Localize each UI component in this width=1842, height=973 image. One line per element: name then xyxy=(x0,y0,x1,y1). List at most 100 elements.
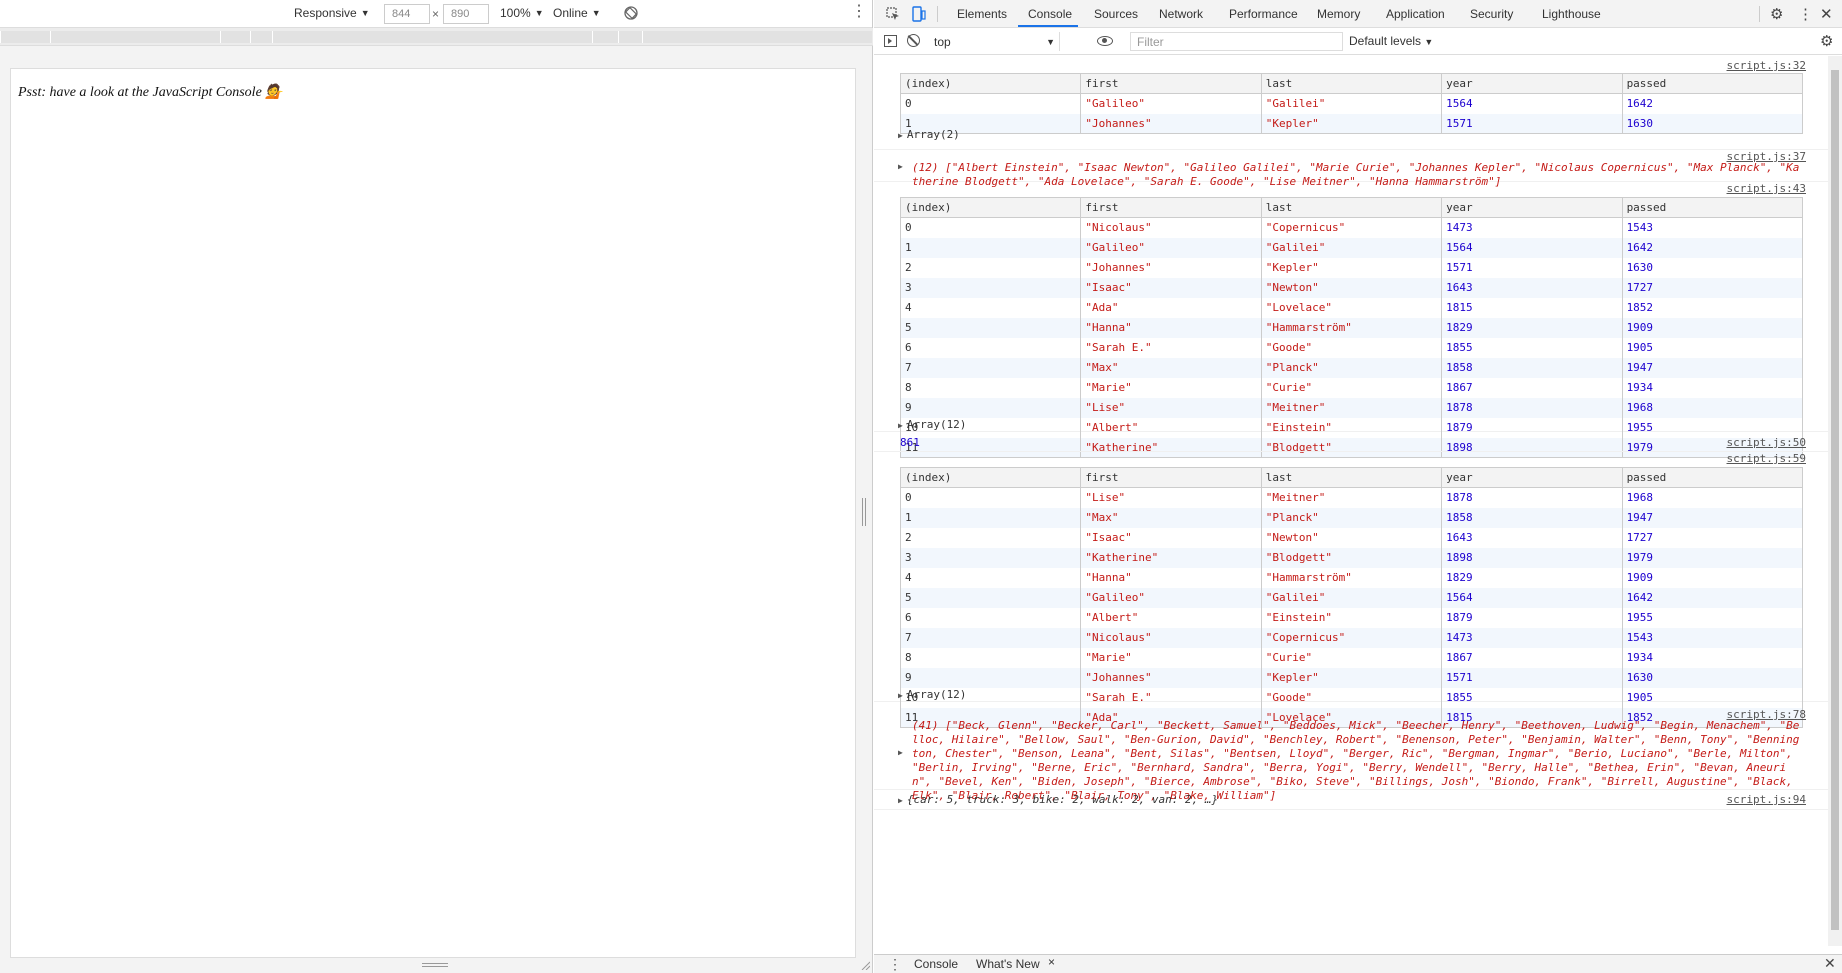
source-link[interactable]: script.js:43 xyxy=(1727,182,1806,195)
source-link[interactable]: script.js:59 xyxy=(1727,452,1806,465)
table-row: 3 "Isaac" "Newton" 1643 1727 xyxy=(900,277,1804,298)
object-toggle[interactable]: ▶ {car: 5, truck: 3, bike: 2, walk: 2, va… xyxy=(898,793,1218,806)
rotate-icon[interactable] xyxy=(624,6,638,20)
clear-console-icon[interactable] xyxy=(907,34,920,47)
tab-performance[interactable]: Performance xyxy=(1229,7,1298,21)
table-cell: 3 xyxy=(900,277,1082,298)
times-sign: × xyxy=(432,7,440,21)
console-message: script.js:43 (index) first last year passed … xyxy=(874,182,1828,458)
table-header-cell[interactable]: passed xyxy=(1622,467,1804,488)
table-header-cell[interactable]: passed xyxy=(1622,73,1804,94)
close-drawer-icon[interactable]: ✕ xyxy=(1824,955,1836,972)
table-row: 8 "Marie" "Curie" 1867 1934 xyxy=(900,377,1804,398)
drawer-tab-whats-new[interactable]: What's New xyxy=(976,957,1040,971)
table-header-cell[interactable]: (index) xyxy=(900,73,1082,94)
source-link[interactable]: script.js:94 xyxy=(1727,793,1806,806)
source-link[interactable]: script.js:32 xyxy=(1727,59,1806,72)
resize-handle-right[interactable] xyxy=(862,498,866,526)
inspect-element-icon[interactable] xyxy=(886,7,900,21)
device-toggle-icon[interactable] xyxy=(912,6,926,22)
console-settings-gear-icon[interactable]: ⚙ xyxy=(1820,32,1833,50)
table-cell: 1934 xyxy=(1622,377,1804,398)
table-header-cell[interactable]: last xyxy=(1261,197,1443,218)
scrollbar-thumb[interactable] xyxy=(1831,70,1839,930)
media-query-segment[interactable] xyxy=(642,31,872,43)
tab-lighthouse[interactable]: Lighthouse xyxy=(1542,7,1601,21)
tab-network[interactable]: Network xyxy=(1159,7,1203,21)
media-query-segment[interactable] xyxy=(0,31,50,43)
drawer-tab-console[interactable]: Console xyxy=(914,957,958,971)
network-throttle-select[interactable]: Online ▼ xyxy=(553,6,601,20)
table-cell: 1979 xyxy=(1622,547,1804,568)
drawer-menu-icon[interactable]: ⋮ xyxy=(888,956,902,973)
array-toggle[interactable]: ▶ Array(2) xyxy=(898,128,960,141)
more-options-icon[interactable]: ⋮ xyxy=(851,4,867,20)
table-cell: 1878 xyxy=(1441,397,1623,418)
context-select[interactable]: top ▼ xyxy=(930,32,1060,51)
table-header-cell[interactable]: last xyxy=(1261,73,1443,94)
expand-triangle-icon[interactable]: ▶ xyxy=(898,748,903,757)
array-label: Array(12) xyxy=(906,418,967,431)
resize-handle-bottom[interactable] xyxy=(422,963,448,967)
table-cell: "Isaac" xyxy=(1080,527,1262,548)
table-header-cell[interactable]: passed xyxy=(1622,197,1804,218)
table-header-cell[interactable]: first xyxy=(1080,197,1262,218)
table-header-cell[interactable]: year xyxy=(1441,197,1623,218)
filter-input[interactable]: Filter xyxy=(1130,32,1343,51)
table-cell: "Newton" xyxy=(1261,277,1443,298)
sidebar-toggle-icon[interactable] xyxy=(884,35,897,47)
table-header-cell[interactable]: (index) xyxy=(900,197,1082,218)
table-cell: 1564 xyxy=(1441,93,1623,114)
media-query-segment[interactable] xyxy=(618,31,642,43)
table-cell: 8 xyxy=(900,647,1082,668)
media-query-segment[interactable] xyxy=(272,31,592,43)
table-cell: 1642 xyxy=(1622,587,1804,608)
media-query-segment[interactable] xyxy=(50,31,220,43)
console-scrollbar[interactable] xyxy=(1828,56,1842,946)
height-input[interactable]: 890 xyxy=(443,4,489,24)
live-expression-eye-icon[interactable] xyxy=(1097,36,1113,46)
table-header-cell[interactable]: year xyxy=(1441,467,1623,488)
table-header-cell[interactable]: first xyxy=(1080,73,1262,94)
table-cell: 1473 xyxy=(1441,217,1623,238)
table-cell: 1905 xyxy=(1622,337,1804,358)
table-header-cell[interactable]: year xyxy=(1441,73,1623,94)
table-cell: "Marie" xyxy=(1080,377,1262,398)
expand-triangle-icon[interactable]: ▶ xyxy=(898,162,903,171)
tab-elements[interactable]: Elements xyxy=(957,7,1007,21)
zoom-select[interactable]: 100% ▼ xyxy=(500,6,544,20)
settings-gear-icon[interactable]: ⚙ xyxy=(1770,5,1783,23)
tab-memory[interactable]: Memory xyxy=(1317,7,1360,21)
console-table: (index) first last year passed 0 "Galileo" "Ga… xyxy=(900,73,1804,134)
table-cell: 1867 xyxy=(1441,647,1623,668)
object-preview: {car: 5, truck: 3, bike: 2, walk: 2, van… xyxy=(906,793,1219,806)
table-header-cell[interactable]: (index) xyxy=(900,467,1082,488)
media-query-segment[interactable] xyxy=(220,31,250,43)
table-header-cell[interactable]: first xyxy=(1080,467,1262,488)
media-query-bar xyxy=(0,28,873,46)
tab-security[interactable]: Security xyxy=(1470,7,1513,21)
table-cell: "Meitner" xyxy=(1261,487,1443,508)
table-cell: "Lovelace" xyxy=(1261,297,1443,318)
source-link[interactable]: script.js:50 xyxy=(1727,436,1806,449)
more-options-icon[interactable]: ⋮ xyxy=(1798,5,1813,23)
close-devtools-icon[interactable]: ✕ xyxy=(1820,5,1833,23)
array-toggle[interactable]: ▶ Array(12) xyxy=(898,688,966,701)
device-select[interactable]: Responsive ▼ xyxy=(294,6,370,20)
media-query-segment[interactable] xyxy=(592,31,618,43)
table-cell: "Max" xyxy=(1080,357,1262,378)
tab-application[interactable]: Application xyxy=(1386,7,1445,21)
devtools-tabbar: Elements Console Sources Network Perform… xyxy=(874,0,1842,28)
resize-corner-icon[interactable] xyxy=(860,960,870,970)
array-toggle[interactable]: ▶ Array(12) xyxy=(898,418,966,431)
table-header-cell[interactable]: last xyxy=(1261,467,1443,488)
tab-sources[interactable]: Sources xyxy=(1094,7,1138,21)
close-tab-icon[interactable]: × xyxy=(1048,955,1055,969)
width-input[interactable]: 844 xyxy=(384,4,430,24)
tab-console[interactable]: Console xyxy=(1028,7,1072,21)
table-row: 0 "Nicolaus" "Copernicus" 1473 1543 xyxy=(900,217,1804,238)
table-cell: 1858 xyxy=(1441,507,1623,528)
media-query-segment[interactable] xyxy=(250,31,272,43)
log-levels-select[interactable]: Default levels ▼ xyxy=(1349,34,1433,48)
console-messages: script.js:32 (index) first last year passed … xyxy=(874,56,1842,946)
